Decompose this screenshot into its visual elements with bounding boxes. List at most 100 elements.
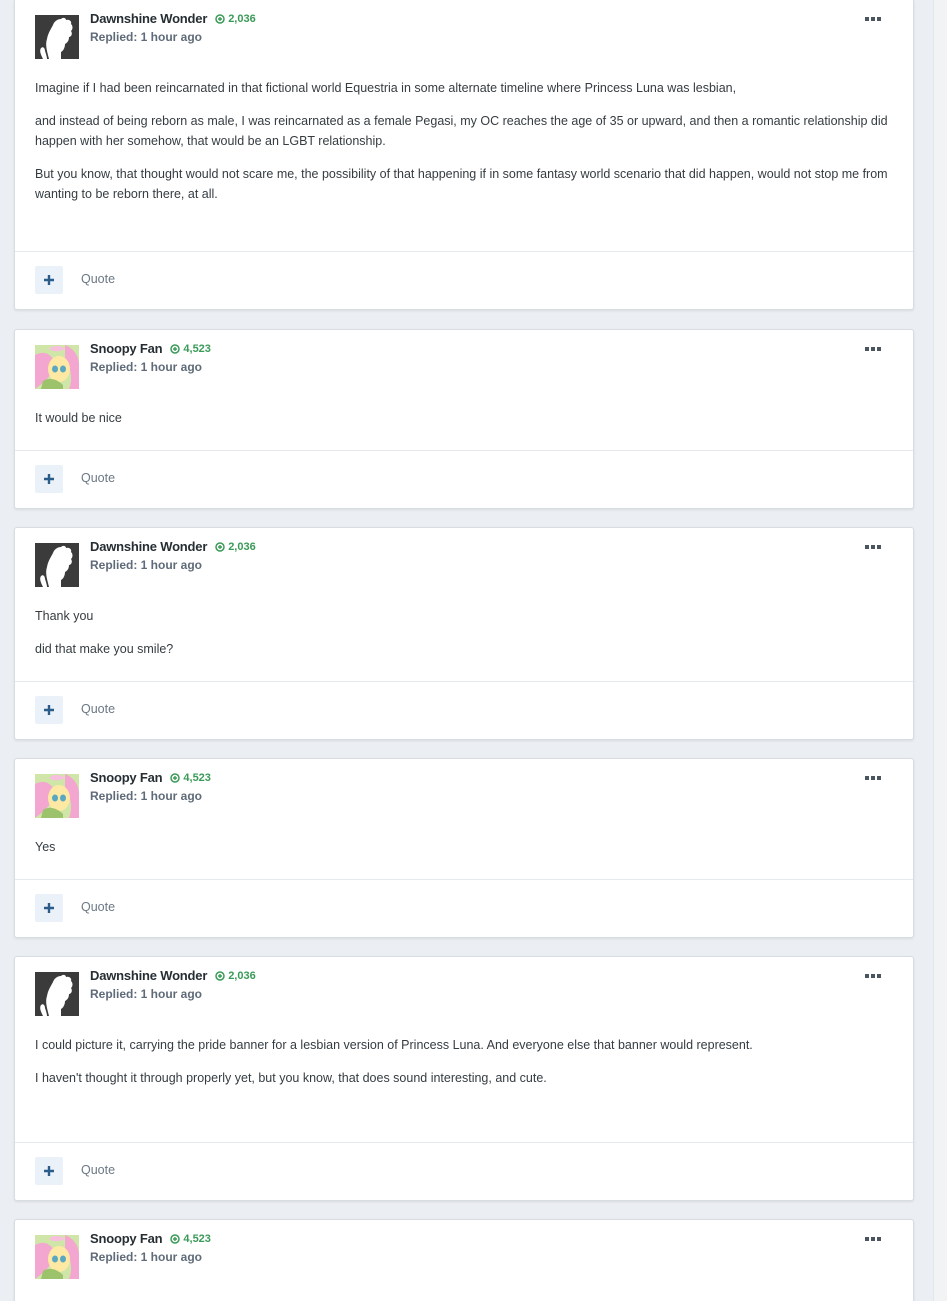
author-name[interactable]: Snoopy Fan xyxy=(90,770,163,785)
post-header: Dawnshine Wonder 2,036 Replied: 1 hour a… xyxy=(15,528,913,606)
reply-timestamp: Replied: 1 hour ago xyxy=(90,987,203,1001)
ellipsis-icon xyxy=(865,347,881,351)
post-paragraph: I could picture it, carrying the pride b… xyxy=(35,1038,753,1052)
more-options-button[interactable] xyxy=(863,342,883,356)
post-paragraph: and instead of being reborn as male, I w… xyxy=(35,114,888,148)
react-button[interactable] xyxy=(35,894,63,922)
ellipsis-icon xyxy=(865,545,881,549)
post-header: Snoopy Fan 4,523 Replied: 1 hour ago xyxy=(15,1220,913,1298)
quote-button[interactable]: Quote xyxy=(81,1163,115,1177)
more-options-button[interactable] xyxy=(863,969,883,983)
pony-silhouette-icon xyxy=(35,543,79,587)
avatar[interactable] xyxy=(35,972,79,1016)
post-content: Imagine if I had been reincarnated in th… xyxy=(15,78,913,204)
page-scrollbar[interactable] xyxy=(933,0,947,1301)
avatar[interactable] xyxy=(35,543,79,587)
post-footer: Quote xyxy=(15,251,913,309)
more-options-button[interactable] xyxy=(863,12,883,26)
post-footer: Quote xyxy=(15,1142,913,1200)
comment-post: Dawnshine Wonder 2,036 Replied: 1 hour a… xyxy=(14,956,914,1201)
ellipsis-icon xyxy=(865,17,881,21)
avatar[interactable] xyxy=(35,1235,79,1279)
comment-post: Dawnshine Wonder 2,036 Replied: 1 hour a… xyxy=(14,527,914,740)
post-paragraph: did that make you smile? xyxy=(35,642,174,656)
reputation-badge: 2,036 xyxy=(215,13,256,25)
plus-circle-icon xyxy=(215,541,225,552)
reply-timestamp: Replied: 1 hour ago xyxy=(90,360,203,374)
post-content: Yes xyxy=(15,837,913,857)
pony-silhouette-icon xyxy=(35,972,79,1016)
more-options-button[interactable] xyxy=(863,771,883,785)
post-paragraph: But you know, that thought would not sca… xyxy=(35,167,888,201)
author-name[interactable]: Dawnshine Wonder xyxy=(90,539,207,554)
post-paragraph: Yes xyxy=(35,840,56,854)
reputation-badge: 4,523 xyxy=(170,343,211,355)
fluttershy-avatar-icon xyxy=(35,774,79,818)
react-button[interactable] xyxy=(35,1157,63,1185)
reply-timestamp: Replied: 1 hour ago xyxy=(90,558,203,572)
post-content: Thank you did that make you smile? xyxy=(15,606,913,659)
comment-post: Snoopy Fan 4,523 Replied: 1 hour ago Yes… xyxy=(14,758,914,938)
post-footer: Quote xyxy=(15,681,913,739)
author-name[interactable]: Dawnshine Wonder xyxy=(90,11,207,26)
reputation-badge: 2,036 xyxy=(215,541,256,553)
avatar[interactable] xyxy=(35,345,79,389)
ellipsis-icon xyxy=(865,974,881,978)
reputation-badge: 2,036 xyxy=(215,970,256,982)
more-options-button[interactable] xyxy=(863,1232,883,1246)
reputation-badge: 4,523 xyxy=(170,1233,211,1245)
author-name[interactable]: Dawnshine Wonder xyxy=(90,968,207,983)
ellipsis-icon xyxy=(865,776,881,780)
post-header: Dawnshine Wonder 2,036 Replied: 1 hour a… xyxy=(15,957,913,1035)
reputation-count: 4,523 xyxy=(183,1232,211,1245)
reputation-count: 2,036 xyxy=(228,12,256,25)
post-content: It would be nice xyxy=(15,408,913,428)
plus-icon xyxy=(44,1166,54,1176)
quote-button[interactable]: Quote xyxy=(81,272,115,286)
react-button[interactable] xyxy=(35,266,63,294)
post-content: I could picture it, carrying the pride b… xyxy=(15,1035,913,1088)
plus-icon xyxy=(44,275,54,285)
post-paragraph: Thank you xyxy=(35,609,94,623)
fluttershy-avatar-icon xyxy=(35,1235,79,1279)
plus-icon xyxy=(44,903,54,913)
post-header: Snoopy Fan 4,523 Replied: 1 hour ago xyxy=(15,759,913,837)
plus-circle-icon xyxy=(215,13,225,24)
reputation-count: 2,036 xyxy=(228,969,256,982)
post-paragraph: I haven't thought it through properly ye… xyxy=(35,1071,547,1085)
quote-button[interactable]: Quote xyxy=(81,471,115,485)
post-footer: Quote xyxy=(15,450,913,508)
ellipsis-icon xyxy=(865,1237,881,1241)
post-footer: Quote xyxy=(15,879,913,937)
reply-timestamp: Replied: 1 hour ago xyxy=(90,30,203,44)
post-header: Snoopy Fan 4,523 Replied: 1 hour ago xyxy=(15,330,913,408)
reputation-count: 4,523 xyxy=(183,771,211,784)
comment-post: Dawnshine Wonder 2,036 Replied: 1 hour a… xyxy=(14,0,914,310)
plus-circle-icon xyxy=(170,772,181,783)
react-button[interactable] xyxy=(35,696,63,724)
post-paragraph: Imagine if I had been reincarnated in th… xyxy=(35,81,737,95)
plus-circle-icon xyxy=(215,970,225,981)
reply-timestamp: Replied: 1 hour ago xyxy=(90,1250,203,1264)
reputation-count: 4,523 xyxy=(183,342,211,355)
react-button[interactable] xyxy=(35,465,63,493)
reply-timestamp: Replied: 1 hour ago xyxy=(90,789,203,803)
quote-button[interactable]: Quote xyxy=(81,900,115,914)
quote-button[interactable]: Quote xyxy=(81,702,115,716)
fluttershy-avatar-icon xyxy=(35,345,79,389)
comment-post: Snoopy Fan 4,523 Replied: 1 hour ago It … xyxy=(14,329,914,509)
more-options-button[interactable] xyxy=(863,540,883,554)
author-name[interactable]: Snoopy Fan xyxy=(90,1231,163,1246)
author-name[interactable]: Snoopy Fan xyxy=(90,341,163,356)
post-paragraph: It would be nice xyxy=(35,411,122,425)
plus-circle-icon xyxy=(170,1233,181,1244)
plus-circle-icon xyxy=(170,343,181,354)
comment-post: Snoopy Fan 4,523 Replied: 1 hour ago xyxy=(14,1219,914,1301)
plus-icon xyxy=(44,705,54,715)
avatar[interactable] xyxy=(35,15,79,59)
avatar[interactable] xyxy=(35,774,79,818)
plus-icon xyxy=(44,474,54,484)
reputation-badge: 4,523 xyxy=(170,772,211,784)
pony-silhouette-icon xyxy=(35,15,79,59)
reputation-count: 2,036 xyxy=(228,540,256,553)
